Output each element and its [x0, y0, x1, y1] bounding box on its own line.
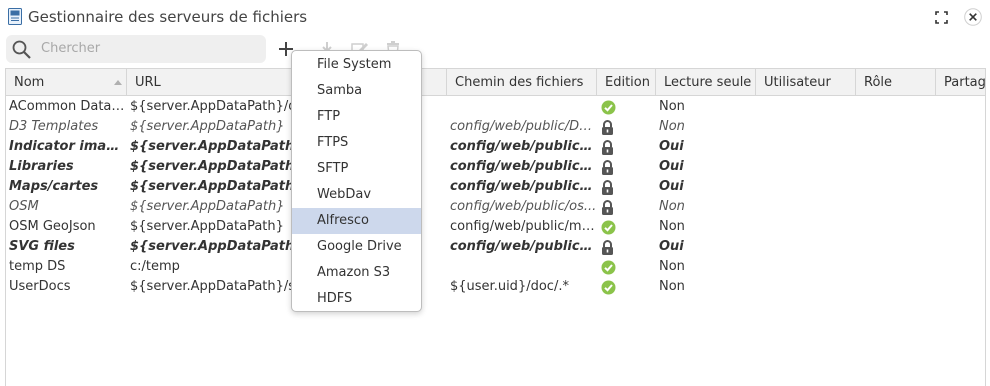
menu-item-hdfs[interactable]: HDFS	[292, 286, 421, 311]
cell-path: config/web/public/vec...	[450, 239, 597, 254]
table-row[interactable]: UserDocs ${server.AppDataPath}/ser ${user.…	[6, 277, 985, 297]
cell-name: Maps/cartes	[9, 179, 99, 194]
search-icon	[12, 40, 32, 63]
cell-name: ACommon Datas...	[9, 99, 127, 114]
cell-name: Libraries	[9, 159, 74, 174]
table-row[interactable]: temp DS c:/temp Non	[6, 257, 985, 277]
cell-read-only: Non	[659, 219, 685, 234]
cell-read-only: Oui	[659, 179, 684, 194]
menu-item-webdav[interactable]: WebDav	[292, 182, 421, 208]
check-icon	[597, 217, 656, 237]
cell-path: config/web/public/ind...	[450, 139, 597, 154]
menu-item-amazon-s3[interactable]: Amazon S3	[292, 260, 421, 286]
cell-read-only: Non	[659, 119, 685, 134]
lock-icon	[597, 177, 656, 197]
menu-item-samba[interactable]: Samba	[292, 78, 421, 104]
menu-item-ftps[interactable]: FTPS	[292, 130, 421, 156]
cell-read-only: Oui	[659, 159, 684, 174]
menu-item-alfresco[interactable]: Alfresco	[292, 208, 421, 234]
table-row[interactable]: OSM ${server.AppDataPath} config/web/publi…	[6, 197, 985, 217]
column-header-edition[interactable]: Edition	[597, 69, 656, 96]
column-header-lecture-seule[interactable]: Lecture seule	[656, 69, 756, 96]
close-button[interactable]	[963, 7, 983, 27]
file-server-app-icon	[8, 8, 22, 25]
column-header-chemin[interactable]: Chemin des fichiers	[447, 69, 597, 96]
cell-name: OSM	[9, 199, 39, 214]
search-placeholder: Chercher	[41, 41, 101, 56]
lock-icon	[597, 237, 656, 257]
cell-name: OSM GeoJson	[9, 219, 96, 234]
cell-read-only: Oui	[659, 239, 684, 254]
lock-icon	[597, 157, 656, 177]
close-icon	[964, 8, 982, 26]
table-row[interactable]: SVG files ${server.AppDataPath} config/web…	[6, 237, 985, 257]
cell-read-only: Non	[659, 199, 685, 214]
cell-path: ${user.uid}/doc/.*	[450, 279, 569, 294]
column-header-partage[interactable]: Partag	[936, 69, 985, 96]
maximize-button[interactable]	[931, 7, 951, 27]
column-header-role[interactable]: Rôle	[856, 69, 936, 96]
grid-header: Nom URL Chemin des fichiers Edition Lect…	[6, 69, 985, 96]
maximize-icon	[934, 10, 948, 24]
cell-read-only: Oui	[659, 139, 684, 154]
menu-item-sftp[interactable]: SFTP	[292, 156, 421, 182]
search-field[interactable]: Chercher	[6, 35, 266, 63]
title-bar: Gestionnaire des serveurs de fichiers	[0, 0, 990, 34]
file-servers-grid: Nom URL Chemin des fichiers Edition Lect…	[5, 68, 986, 386]
table-row[interactable]: D3 Templates ${server.AppDataPath} config/…	[6, 117, 985, 137]
cell-name: Indicator images	[9, 139, 127, 154]
column-header-utilisateur[interactable]: Utilisateur	[756, 69, 856, 96]
cell-read-only: Non	[659, 279, 685, 294]
menu-item-google-drive[interactable]: Google Drive	[292, 234, 421, 260]
cell-name: temp DS	[9, 259, 66, 274]
cell-read-only: Non	[659, 99, 685, 114]
cell-name: UserDocs	[9, 279, 71, 294]
cell-path: config/web/public/os...	[450, 199, 597, 214]
table-row[interactable]: Indicator images ${server.AppDataPath} con…	[6, 137, 985, 157]
lock-icon	[597, 197, 656, 217]
cell-path	[447, 257, 597, 277]
lock-icon	[597, 117, 656, 137]
cell-name: D3 Templates	[9, 119, 99, 134]
check-icon	[597, 97, 656, 117]
check-icon	[597, 257, 656, 277]
cell-path: config/web/public/D3...	[450, 119, 597, 134]
table-row[interactable]: Libraries ${server.AppDataPath} config/web…	[6, 157, 985, 177]
cell-name: SVG files	[9, 239, 75, 254]
column-header-nom[interactable]: Nom	[6, 69, 127, 96]
add-server-type-menu: File System Samba FTP FTPS SFTP WebDav Alfresc…	[291, 50, 422, 312]
menu-item-ftp[interactable]: FTP	[292, 104, 421, 130]
table-row[interactable]: OSM GeoJson ${server.AppDataPath} config/w…	[6, 217, 985, 237]
sort-ascending-icon	[114, 80, 122, 85]
check-icon	[597, 277, 656, 297]
table-row[interactable]: ACommon Datas... ${server.AppDataPath}/da…	[6, 97, 985, 117]
lock-icon	[597, 137, 656, 157]
menu-item-file-system[interactable]: File System	[292, 52, 421, 78]
cell-read-only: Non	[659, 259, 685, 274]
table-row[interactable]: Maps/cartes ${server.AppDataPath} config/w…	[6, 177, 985, 197]
cell-path	[447, 97, 597, 117]
cell-path: config/web/public/ma...	[450, 219, 597, 234]
cell-path: config/web/public/lib/.*	[450, 159, 597, 174]
cell-path: config/web/public/ma...	[450, 179, 597, 194]
window-title: Gestionnaire des serveurs de fichiers	[28, 8, 308, 26]
